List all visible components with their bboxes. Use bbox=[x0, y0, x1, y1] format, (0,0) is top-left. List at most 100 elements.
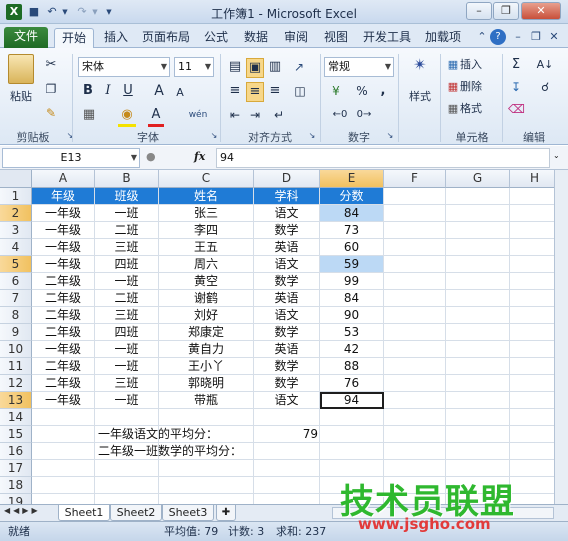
tab-insert[interactable]: 插入 bbox=[98, 28, 134, 48]
cell-a12[interactable]: 二年级 bbox=[32, 375, 95, 392]
cell-g5[interactable] bbox=[446, 256, 510, 273]
cell-c3[interactable]: 李四 bbox=[159, 222, 254, 239]
cell-f3[interactable] bbox=[384, 222, 446, 239]
cell-e3[interactable]: 73 bbox=[320, 222, 384, 239]
tab-formulas[interactable]: 公式 bbox=[198, 28, 234, 48]
italic-button[interactable]: I bbox=[100, 82, 116, 100]
row-header-17[interactable]: 17 bbox=[0, 460, 32, 477]
close-button[interactable]: ✕ bbox=[521, 2, 561, 20]
restore-button[interactable]: ❐ bbox=[493, 2, 519, 20]
row-header-14[interactable]: 14 bbox=[0, 409, 32, 426]
delete-cells-icon[interactable]: ▦ bbox=[446, 78, 460, 96]
cell-f2[interactable] bbox=[384, 205, 446, 222]
column-header-f[interactable]: F bbox=[384, 170, 446, 188]
help-icon[interactable]: ? bbox=[490, 29, 506, 45]
cell-h4[interactable] bbox=[510, 239, 560, 256]
number-launcher-icon[interactable]: ↘ bbox=[382, 128, 398, 144]
cell-a9[interactable]: 二年级 bbox=[32, 324, 95, 341]
cell-f15[interactable] bbox=[384, 426, 446, 443]
column-header-c[interactable]: C bbox=[159, 170, 254, 188]
cell-e8[interactable]: 90 bbox=[320, 307, 384, 324]
cell-g10[interactable] bbox=[446, 341, 510, 358]
cell-g15[interactable] bbox=[446, 426, 510, 443]
row-header-11[interactable]: 11 bbox=[0, 358, 32, 375]
cell-d12[interactable]: 数学 bbox=[254, 375, 320, 392]
format-cells-button[interactable]: 格式 bbox=[460, 100, 488, 118]
fill-icon[interactable]: ↧ bbox=[508, 78, 524, 96]
column-header-a[interactable]: A bbox=[32, 170, 95, 188]
cell-d3[interactable]: 数学 bbox=[254, 222, 320, 239]
alignment-launcher-icon[interactable]: ↘ bbox=[304, 128, 320, 144]
align-left-icon[interactable]: ≡ bbox=[226, 82, 244, 100]
cell-d17[interactable] bbox=[254, 460, 320, 477]
cell-a1[interactable]: 年级 bbox=[32, 188, 95, 205]
cell-g8[interactable] bbox=[446, 307, 510, 324]
insert-function-button[interactable]: fx bbox=[194, 150, 212, 163]
cell-f11[interactable] bbox=[384, 358, 446, 375]
cell-c8[interactable]: 刘好 bbox=[159, 307, 254, 324]
insert-sheet-icon[interactable]: ✚ bbox=[216, 505, 236, 521]
row-header-9[interactable]: 9 bbox=[0, 324, 32, 341]
cell-d18[interactable] bbox=[254, 477, 320, 494]
cancel-entry-icon[interactable]: ● bbox=[146, 150, 160, 166]
cell-h2[interactable] bbox=[510, 205, 560, 222]
cell-b3[interactable]: 二班 bbox=[95, 222, 159, 239]
worksheet-grid[interactable]: ABCDEFGH 1 2 3 4 5 6 7 8 9 10 11 12 13 14 15 16 17 18 19 年… bbox=[0, 170, 568, 504]
decrease-decimal-icon[interactable]: 0→ bbox=[354, 106, 374, 124]
cell-g13[interactable] bbox=[446, 392, 510, 409]
doc-minimize-icon[interactable]: – bbox=[510, 29, 526, 45]
cell-b13[interactable]: 一班 bbox=[95, 392, 159, 409]
cell-h16[interactable] bbox=[510, 443, 560, 460]
cell-f8[interactable] bbox=[384, 307, 446, 324]
summary-label-2[interactable]: 二年级一班数学的平均分： bbox=[98, 443, 278, 460]
cell-a14[interactable] bbox=[32, 409, 95, 426]
column-header-h[interactable]: H bbox=[510, 170, 560, 188]
doc-close-icon[interactable]: ✕ bbox=[546, 29, 562, 45]
cell-h17[interactable] bbox=[510, 460, 560, 477]
find-select-icon[interactable]: ☌ bbox=[534, 78, 556, 96]
doc-restore-icon[interactable]: ❐ bbox=[528, 29, 544, 45]
align-top-icon[interactable]: ▤ bbox=[226, 58, 244, 76]
cell-a5[interactable]: 一年级 bbox=[32, 256, 95, 273]
insert-cells-icon[interactable]: ▦ bbox=[446, 56, 460, 74]
cell-c7[interactable]: 谢鹤 bbox=[159, 290, 254, 307]
tab-review[interactable]: 审阅 bbox=[278, 28, 314, 48]
cell-h8[interactable] bbox=[510, 307, 560, 324]
paste-icon[interactable] bbox=[8, 54, 34, 84]
styles-button[interactable]: 样式 bbox=[404, 88, 436, 106]
tab-file[interactable]: 文件 bbox=[4, 27, 48, 48]
cell-h14[interactable] bbox=[510, 409, 560, 426]
cell-f16[interactable] bbox=[384, 443, 446, 460]
cell-e14[interactable] bbox=[320, 409, 384, 426]
tab-home[interactable]: 开始 bbox=[54, 28, 94, 48]
cell-g4[interactable] bbox=[446, 239, 510, 256]
cell-e1[interactable]: 分数 bbox=[320, 188, 384, 205]
increase-indent-icon[interactable]: ⇥ bbox=[246, 106, 264, 124]
cell-b18[interactable] bbox=[95, 477, 159, 494]
cell-d10[interactable]: 英语 bbox=[254, 341, 320, 358]
cell-a11[interactable]: 二年级 bbox=[32, 358, 95, 375]
tab-view[interactable]: 视图 bbox=[318, 28, 354, 48]
cell-f4[interactable] bbox=[384, 239, 446, 256]
cell-g16[interactable] bbox=[446, 443, 510, 460]
cell-a3[interactable]: 一年级 bbox=[32, 222, 95, 239]
align-middle-icon[interactable]: ▣ bbox=[246, 58, 264, 78]
column-header-b[interactable]: B bbox=[95, 170, 159, 188]
percent-button[interactable]: % bbox=[354, 82, 370, 100]
vertical-scrollbar[interactable] bbox=[554, 170, 568, 504]
cell-a7[interactable]: 二年级 bbox=[32, 290, 95, 307]
cell-h3[interactable] bbox=[510, 222, 560, 239]
sheet-nav-icon[interactable]: ◀◀▶▶ bbox=[4, 506, 41, 515]
cell-c17[interactable] bbox=[159, 460, 254, 477]
column-header-e[interactable]: E bbox=[320, 170, 384, 188]
cell-h7[interactable] bbox=[510, 290, 560, 307]
cell-b8[interactable]: 三班 bbox=[95, 307, 159, 324]
cell-g3[interactable] bbox=[446, 222, 510, 239]
merge-center-icon[interactable]: ◫ bbox=[290, 82, 310, 100]
underline-button[interactable]: U bbox=[120, 82, 136, 100]
row-header-4[interactable]: 4 bbox=[0, 239, 32, 256]
cell-a16[interactable] bbox=[32, 443, 95, 460]
cell-c13[interactable]: 带瓶 bbox=[159, 392, 254, 409]
cell-f5[interactable] bbox=[384, 256, 446, 273]
row-header-7[interactable]: 7 bbox=[0, 290, 32, 307]
